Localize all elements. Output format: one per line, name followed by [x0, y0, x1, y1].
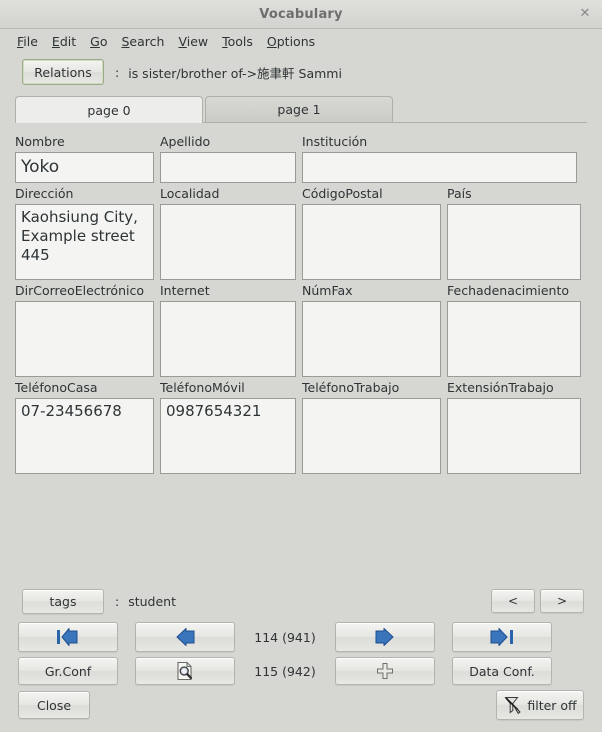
field-label-telefonomovil: TeléfonoMóvil — [160, 379, 296, 396]
document-search-icon — [175, 661, 195, 681]
form-row-1: Nombre Yoko Apellido Institución — [15, 133, 587, 183]
form-row-4: TeléfonoCasa 07-23456678 TeléfonoMóvil 0… — [15, 379, 587, 474]
field-direccion: Dirección Kaohsiung City, Example street… — [15, 185, 154, 280]
close-button[interactable]: Close — [18, 691, 90, 719]
title-bar: Vocabulary ✕ — [0, 0, 602, 29]
field-telefonomovil: TeléfonoMóvil 0987654321 — [160, 379, 296, 474]
field-codigopostal: CódigoPostal — [302, 185, 441, 280]
field-label-dircorreoelectronico: DirCorreoElectrónico — [15, 282, 154, 299]
menu-bar: File Edit Go Search View Tools Options — [0, 29, 602, 53]
input-direccion[interactable]: Kaohsiung City, Example street 445 — [15, 204, 154, 280]
tag-next-button[interactable]: > — [540, 589, 584, 613]
menu-item-view[interactable]: View — [171, 32, 215, 51]
tags-row: tags : student < > — [0, 585, 602, 617]
application-window: Vocabulary ✕ File Edit Go Search View To… — [0, 0, 602, 732]
field-label-localidad: Localidad — [160, 185, 296, 202]
next-record-arrow-icon — [372, 628, 398, 646]
menu-item-tools[interactable]: Tools — [215, 32, 260, 51]
tab-strip: page 0 page 1 — [15, 95, 587, 122]
filter-off-icon — [503, 695, 523, 715]
menu-item-file[interactable]: File — [10, 32, 45, 51]
tab-page-0[interactable]: page 0 — [15, 96, 203, 123]
field-label-nombre: Nombre — [15, 133, 154, 150]
search-record-button[interactable] — [135, 657, 235, 685]
input-apellido[interactable] — [160, 152, 296, 183]
field-label-apellido: Apellido — [160, 133, 296, 150]
field-internet: Internet — [160, 282, 296, 377]
field-label-fechadenacimiento: Fechadenacimiento — [447, 282, 581, 299]
field-pais: País — [447, 185, 581, 280]
menu-item-go[interactable]: Go — [83, 32, 114, 51]
tab-page-1[interactable]: page 1 — [205, 96, 393, 122]
input-telefonomovil[interactable]: 0987654321 — [160, 398, 296, 474]
first-record-arrow-icon — [55, 628, 81, 646]
field-label-codigopostal: CódigoPostal — [302, 185, 441, 202]
plus-icon — [376, 662, 394, 680]
tags-button[interactable]: tags — [22, 589, 104, 614]
input-nombre[interactable]: Yoko — [15, 152, 154, 183]
relations-value: is sister/brother of->施聿軒 Sammi — [128, 63, 342, 82]
tab-page-content: Nombre Yoko Apellido Institución Direcci… — [15, 122, 587, 581]
previous-record-button[interactable] — [135, 622, 235, 652]
window-title: Vocabulary — [259, 7, 342, 22]
input-extensiontrabajo[interactable] — [447, 398, 581, 474]
action-row: Gr.Conf 115 (942) Data Conf. — [0, 657, 602, 685]
input-institucion[interactable] — [302, 152, 577, 183]
input-pais[interactable] — [447, 204, 581, 280]
menu-item-options[interactable]: Options — [260, 32, 322, 51]
add-record-button[interactable] — [335, 657, 435, 685]
field-apellido: Apellido — [160, 133, 296, 183]
first-record-button[interactable] — [18, 622, 118, 652]
close-icon[interactable]: ✕ — [577, 6, 593, 22]
field-telefonotrabajo: TeléfonoTrabajo — [302, 379, 441, 474]
record-counter-top: 114 (941) — [235, 630, 335, 645]
input-codigopostal[interactable] — [302, 204, 441, 280]
filter-toggle-button[interactable]: filter off — [496, 690, 584, 720]
input-internet[interactable] — [160, 301, 296, 377]
close-row: Close filter off — [0, 690, 602, 732]
tags-separator: : — [115, 594, 119, 609]
field-label-pais: País — [447, 185, 581, 202]
input-telefonotrabajo[interactable] — [302, 398, 441, 474]
relations-row: Relations : is sister/brother of->施聿軒 Sa… — [0, 53, 602, 91]
previous-record-arrow-icon — [172, 628, 198, 646]
input-fechadenacimiento[interactable] — [447, 301, 581, 377]
field-extensiontrabajo: ExtensiónTrabajo — [447, 379, 581, 474]
last-record-arrow-icon — [489, 628, 515, 646]
menu-item-search[interactable]: Search — [114, 32, 171, 51]
filter-label: filter off — [527, 698, 576, 713]
field-label-telefonocasa: TeléfonoCasa — [15, 379, 154, 396]
last-record-button[interactable] — [452, 622, 552, 652]
input-telefonocasa[interactable]: 07-23456678 — [15, 398, 154, 474]
field-label-extensiontrabajo: ExtensiónTrabajo — [447, 379, 581, 396]
field-nombre: Nombre Yoko — [15, 133, 154, 183]
field-telefonocasa: TeléfonoCasa 07-23456678 — [15, 379, 154, 474]
record-counter-bottom: 115 (942) — [235, 664, 335, 679]
relations-separator: : — [115, 65, 119, 80]
input-numfax[interactable] — [302, 301, 441, 377]
gr-conf-button[interactable]: Gr.Conf — [18, 657, 118, 685]
field-dircorreoelectronico: DirCorreoElectrónico — [15, 282, 154, 377]
data-conf-button[interactable]: Data Conf. — [452, 657, 552, 685]
field-label-numfax: NúmFax — [302, 282, 441, 299]
input-dircorreoelectronico[interactable] — [15, 301, 154, 377]
field-label-direccion: Dirección — [15, 185, 154, 202]
next-record-button[interactable] — [335, 622, 435, 652]
form-row-3: DirCorreoElectrónico Internet NúmFax Fec… — [15, 282, 587, 377]
field-localidad: Localidad — [160, 185, 296, 280]
relations-button[interactable]: Relations — [22, 59, 104, 85]
field-institucion: Institución — [302, 133, 577, 183]
field-label-institucion: Institución — [302, 133, 577, 150]
notebook: page 0 page 1 Nombre Yoko Apellido Insti… — [15, 95, 587, 581]
input-localidad[interactable] — [160, 204, 296, 280]
field-numfax: NúmFax — [302, 282, 441, 377]
form-row-2: Dirección Kaohsiung City, Example street… — [15, 185, 587, 280]
field-label-telefonotrabajo: TeléfonoTrabajo — [302, 379, 441, 396]
tags-value: student — [128, 594, 176, 609]
menu-item-edit[interactable]: Edit — [45, 32, 83, 51]
record-navigation-row: 114 (941) — [0, 622, 602, 652]
tag-previous-button[interactable]: < — [491, 589, 535, 613]
field-fechadenacimiento: Fechadenacimiento — [447, 282, 581, 377]
field-label-internet: Internet — [160, 282, 296, 299]
